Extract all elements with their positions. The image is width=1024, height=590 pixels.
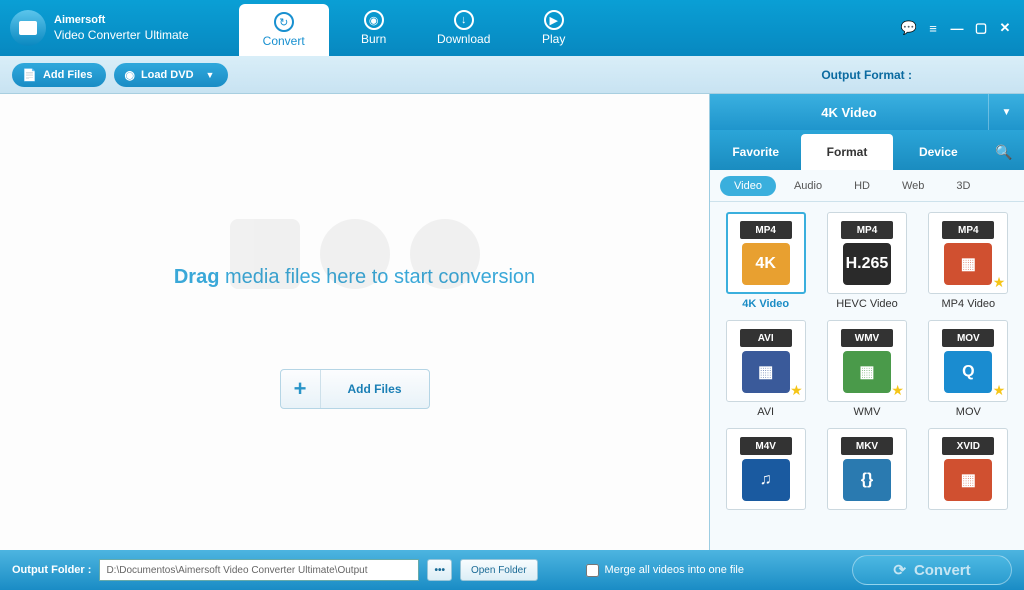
browse-folder-button[interactable]: ••• xyxy=(427,559,452,581)
format-badge: WMV xyxy=(841,329,893,347)
chevron-down-icon: ▼ xyxy=(206,70,215,80)
format-badge: AVI xyxy=(740,329,792,347)
output-folder-input[interactable] xyxy=(99,559,419,581)
format-badge: MP4 xyxy=(942,221,994,239)
dvd-icon: ◉ xyxy=(124,68,134,82)
main-tabs: ↻Convert◉Burn↓Download▶Play xyxy=(239,0,599,56)
play-icon: ▶ xyxy=(544,10,564,30)
close-button[interactable]: ✕ xyxy=(994,18,1016,38)
format-panel: 4K Video ▼ FavoriteFormatDevice🔍 VideoAu… xyxy=(709,94,1024,550)
format-thumb-icon: ▦ xyxy=(944,459,992,501)
window-controls: 💬 ≡ — ▢ ✕ xyxy=(898,18,1016,38)
format-item-wmv[interactable]: WMV ▦ ★ WMV xyxy=(819,320,914,418)
format-grid: MP4 4K 4K Video MP4 H.265 HEVC Video MP4… xyxy=(710,202,1024,550)
format-tab-format[interactable]: Format xyxy=(801,134,892,170)
tab-convert[interactable]: ↻Convert xyxy=(239,4,329,56)
load-dvd-button[interactable]: ◉Load DVD▼ xyxy=(114,63,228,87)
format-badge: MP4 xyxy=(740,221,792,239)
sub-tab-video[interactable]: Video xyxy=(720,176,776,196)
sub-tab-3d[interactable]: 3D xyxy=(942,176,984,196)
format-sub-tabs: VideoAudioHDWeb3D xyxy=(710,170,1024,202)
tab-download[interactable]: ↓Download xyxy=(419,0,509,56)
format-thumb-icon: H.265 xyxy=(843,243,891,285)
add-files-button[interactable]: 📄Add Files xyxy=(12,63,106,87)
star-icon: ★ xyxy=(790,382,803,399)
format-item-avi[interactable]: AVI ▦ ★ AVI xyxy=(718,320,813,418)
sub-tab-web[interactable]: Web xyxy=(888,176,938,196)
open-folder-button[interactable]: Open Folder xyxy=(460,559,538,581)
format-badge: M4V xyxy=(740,437,792,455)
format-dropdown[interactable]: 4K Video ▼ xyxy=(710,94,1024,130)
add-file-icon: 📄 xyxy=(22,68,37,82)
convert-icon: ⟳ xyxy=(893,561,906,579)
format-thumb-icon: ▦ xyxy=(944,243,992,285)
maximize-button[interactable]: ▢ xyxy=(970,18,992,38)
format-item-hevc-video[interactable]: MP4 H.265 HEVC Video xyxy=(819,212,914,310)
format-thumb-icon: 4K xyxy=(742,243,790,285)
format-badge: MP4 xyxy=(841,221,893,239)
feedback-icon[interactable]: 💬 xyxy=(898,18,920,38)
format-item-mkv[interactable]: MKV {} xyxy=(819,428,914,514)
format-thumb-icon: ▦ xyxy=(843,351,891,393)
titlebar: Aimersoft Video Converter Ultimate ↻Conv… xyxy=(0,0,1024,56)
merge-checkbox[interactable]: Merge all videos into one file xyxy=(586,564,744,577)
format-name: 4K Video xyxy=(742,298,789,310)
format-name: MOV xyxy=(956,406,981,418)
add-files-big-button[interactable]: + Add Files xyxy=(280,369,430,409)
format-name: MP4 Video xyxy=(942,298,996,310)
output-folder-label: Output Folder : xyxy=(12,564,91,576)
star-icon: ★ xyxy=(993,274,1006,291)
toolbar: 📄Add Files ◉Load DVD▼ Output Format : xyxy=(0,56,1024,94)
format-item-4k-video[interactable]: MP4 4K 4K Video xyxy=(718,212,813,310)
sub-tab-audio[interactable]: Audio xyxy=(780,176,836,196)
format-name: WMV xyxy=(854,406,881,418)
menu-icon[interactable]: ≡ xyxy=(922,18,944,38)
burn-icon: ◉ xyxy=(364,10,384,30)
tab-play[interactable]: ▶Play xyxy=(509,0,599,56)
brand-name: Aimersoft xyxy=(54,14,189,26)
product-name: Video Converter Ultimate xyxy=(54,26,189,43)
format-tab-device[interactable]: Device xyxy=(893,134,984,170)
format-badge: MKV xyxy=(841,437,893,455)
format-item-m4v[interactable]: M4V ♫ xyxy=(718,428,813,514)
format-item-xvid[interactable]: XVID ▦ xyxy=(921,428,1016,514)
convert-button[interactable]: ⟳ Convert xyxy=(852,555,1012,585)
footer: Output Folder : ••• Open Folder Merge al… xyxy=(0,550,1024,590)
drop-area[interactable]: Drag media files here to start conversio… xyxy=(0,94,709,550)
background-decoration xyxy=(230,219,480,289)
format-name: AVI xyxy=(757,406,774,418)
star-icon: ★ xyxy=(891,382,904,399)
minimize-button[interactable]: — xyxy=(946,18,968,38)
convert-icon: ↻ xyxy=(274,12,294,32)
plus-icon: + xyxy=(281,370,321,408)
tab-burn[interactable]: ◉Burn xyxy=(329,0,419,56)
format-item-mov[interactable]: MOV Q ★ MOV xyxy=(921,320,1016,418)
format-thumb-icon: Q xyxy=(944,351,992,393)
logo-area: Aimersoft Video Converter Ultimate xyxy=(10,10,189,46)
chevron-down-icon: ▼ xyxy=(988,94,1024,130)
output-format-label: Output Format : xyxy=(821,68,1012,82)
merge-checkbox-input[interactable] xyxy=(586,564,599,577)
format-thumb-icon: {} xyxy=(843,459,891,501)
format-badge: MOV xyxy=(942,329,994,347)
format-category-tabs: FavoriteFormatDevice🔍 xyxy=(710,130,1024,170)
format-thumb-icon: ▦ xyxy=(742,351,790,393)
sub-tab-hd[interactable]: HD xyxy=(840,176,884,196)
format-tab-favorite[interactable]: Favorite xyxy=(710,134,801,170)
app-logo-icon xyxy=(10,10,46,46)
download-icon: ↓ xyxy=(454,10,474,30)
format-item-mp4-video[interactable]: MP4 ▦ ★ MP4 Video xyxy=(921,212,1016,310)
star-icon: ★ xyxy=(993,382,1006,399)
format-name: HEVC Video xyxy=(836,298,898,310)
format-thumb-icon: ♫ xyxy=(742,459,790,501)
format-badge: XVID xyxy=(942,437,994,455)
search-icon[interactable]: 🔍 xyxy=(984,134,1024,170)
